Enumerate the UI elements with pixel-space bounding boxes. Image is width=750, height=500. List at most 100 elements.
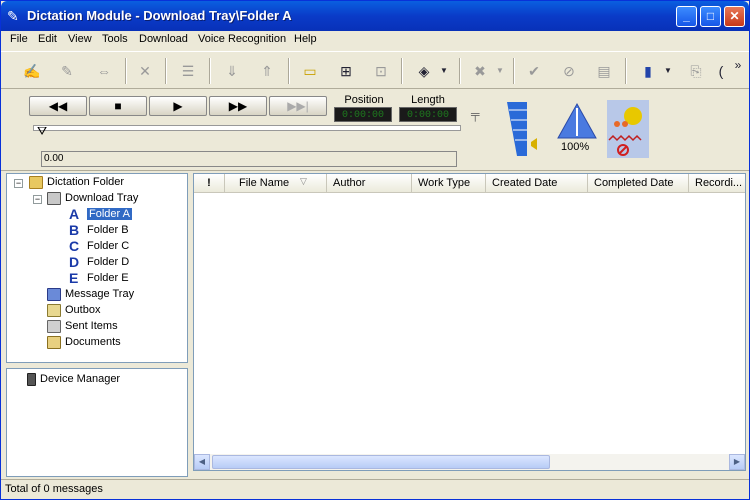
volume-knob-icon[interactable]: ╤: [471, 107, 485, 147]
close-button[interactable]: ✕: [724, 6, 745, 27]
book-icon[interactable]: ▤: [593, 60, 615, 82]
position-display: 0:00:00: [334, 107, 392, 122]
tree-item-device-manager[interactable]: Device Manager: [27, 371, 120, 387]
tree-item-sent-items[interactable]: Sent Items: [47, 318, 118, 334]
column-author[interactable]: Author: [327, 174, 412, 193]
tree-item-folder-a[interactable]: A Folder A: [69, 206, 132, 222]
tree-item-dictation-folder[interactable]: Dictation Folder: [29, 174, 124, 190]
device-dropdown-icon[interactable]: ▼: [663, 60, 673, 82]
toolbar-separator: [288, 58, 290, 84]
folder-d-icon: D: [69, 254, 80, 271]
download-icon[interactable]: ⇓: [221, 60, 243, 82]
dictate-icon[interactable]: ✍: [21, 60, 43, 82]
speed-value: 100%: [561, 141, 590, 153]
tree-item-label: Download Tray: [65, 192, 139, 204]
device-icon[interactable]: ▮: [637, 60, 659, 82]
toolbar-separator: [209, 58, 211, 84]
sort-icon: ▽: [300, 176, 307, 186]
tree-item-label: Sent Items: [65, 320, 118, 332]
tree-item-label: Folder B: [87, 224, 129, 236]
voice-recognition-control[interactable]: [607, 100, 649, 158]
column-completed-date[interactable]: Completed Date: [588, 174, 689, 193]
length-display: 0:00:00: [399, 107, 457, 122]
status-bar: Total of 0 messages: [1, 479, 749, 499]
menu-tools[interactable]: Tools: [102, 33, 128, 45]
tree-item-label: Device Manager: [40, 373, 121, 385]
cancel-icon[interactable]: ✖: [469, 60, 491, 82]
outbox-icon: [47, 303, 61, 317]
minimize-button[interactable]: _: [676, 6, 697, 27]
toolbar-overflow-button[interactable]: »: [731, 54, 745, 76]
play-button[interactable]: ▶: [149, 96, 207, 116]
properties-icon[interactable]: ☰: [177, 60, 199, 82]
column-file-name[interactable]: File Name: [225, 174, 327, 193]
folder-icon: [29, 175, 43, 189]
column-recording[interactable]: Recordi...: [689, 174, 745, 193]
tree-item-message-tray[interactable]: Message Tray: [47, 286, 134, 302]
tree-item-label: Folder E: [87, 272, 129, 284]
tree-item-download-tray[interactable]: Download Tray: [47, 190, 138, 206]
send-icon[interactable]: ⇔: [93, 60, 115, 82]
upload-icon[interactable]: ⇑: [256, 60, 278, 82]
title-bar[interactable]: ✎ Dictation Module - Download Tray\Folde…: [1, 1, 749, 31]
slider-thumb-icon[interactable]: ⛛: [37, 124, 47, 142]
menu-edit[interactable]: Edit: [38, 33, 57, 45]
fast-forward-button[interactable]: ▶▶: [209, 96, 267, 116]
scroll-left-icon[interactable]: ◀: [194, 454, 210, 470]
tree-item-folder-c[interactable]: C Folder C: [69, 238, 129, 254]
attachment-icon[interactable]: ⊞: [335, 60, 357, 82]
tree-item-label: Folder A: [87, 208, 132, 220]
stop-icon[interactable]: ⊘: [558, 60, 580, 82]
position-slider[interactable]: [33, 125, 461, 131]
menu-download[interactable]: Download: [139, 33, 188, 45]
list-header: ! File Name ▽ Author Work Type Created D…: [194, 174, 745, 193]
pen-icon: ✎: [7, 8, 19, 24]
length-label: Length: [411, 94, 445, 106]
end-button[interactable]: ▶▶|: [269, 96, 327, 116]
column-work-type[interactable]: Work Type: [412, 174, 486, 193]
tree-item-folder-d[interactable]: D Folder D: [69, 254, 129, 270]
menu-help[interactable]: Help: [294, 33, 317, 45]
horizontal-scrollbar[interactable]: ◀ ▶: [194, 454, 745, 470]
tree-item-folder-b[interactable]: B Folder B: [69, 222, 129, 238]
menu-bar: File Edit View Tools Download Voice Reco…: [1, 31, 749, 49]
volume-icon: [507, 102, 537, 156]
folder-e-icon: E: [69, 270, 79, 287]
folder-c-icon: C: [69, 238, 80, 255]
check-icon[interactable]: ✔: [523, 60, 545, 82]
scroll-right-icon[interactable]: ▶: [729, 454, 745, 470]
transcribe-icon[interactable]: ⊡: [370, 60, 392, 82]
tree-item-label: Folder C: [87, 240, 130, 252]
tree-item-label: Message Tray: [65, 288, 135, 300]
maximize-button[interactable]: □: [700, 6, 721, 27]
position-label: Position: [344, 94, 384, 106]
delete-icon[interactable]: ✕: [134, 60, 156, 82]
settings-icon[interactable]: ⎘: [685, 60, 707, 82]
folder-tree: − Dictation Folder − Download Tray A Fold…: [6, 173, 188, 363]
menu-voice-recognition[interactable]: Voice Recognition: [198, 33, 286, 45]
column-created-date[interactable]: Created Date: [486, 174, 588, 193]
folder-icon[interactable]: ▭: [299, 60, 321, 82]
menu-view[interactable]: View: [68, 33, 92, 45]
folder-b-icon: B: [69, 222, 80, 239]
menu-file[interactable]: File: [10, 33, 28, 45]
toolbar-partial-icon[interactable]: (: [716, 60, 726, 82]
documents-icon: [47, 335, 61, 349]
collapse-icon[interactable]: −: [14, 179, 23, 188]
tree-item-label: Documents: [65, 336, 121, 348]
cancel-dropdown-icon[interactable]: ▼: [495, 60, 505, 82]
tree-item-outbox[interactable]: Outbox: [47, 302, 100, 318]
stop-button[interactable]: ■: [89, 96, 147, 116]
tree-item-folder-e[interactable]: E Folder E: [69, 270, 129, 286]
scroll-thumb[interactable]: [212, 455, 550, 469]
collapse-icon[interactable]: −: [33, 195, 42, 204]
volume-control[interactable]: [503, 100, 545, 158]
column-priority[interactable]: !: [194, 174, 225, 193]
toolbar-separator: [513, 58, 515, 84]
tree-item-documents[interactable]: Documents: [47, 334, 121, 350]
rewind-button[interactable]: ◀◀: [29, 96, 87, 116]
edit-icon[interactable]: ✎: [56, 60, 78, 82]
voice-icon[interactable]: ◈: [413, 60, 435, 82]
voice-dropdown-icon[interactable]: ▼: [439, 60, 449, 82]
metronome-icon: [557, 102, 597, 139]
